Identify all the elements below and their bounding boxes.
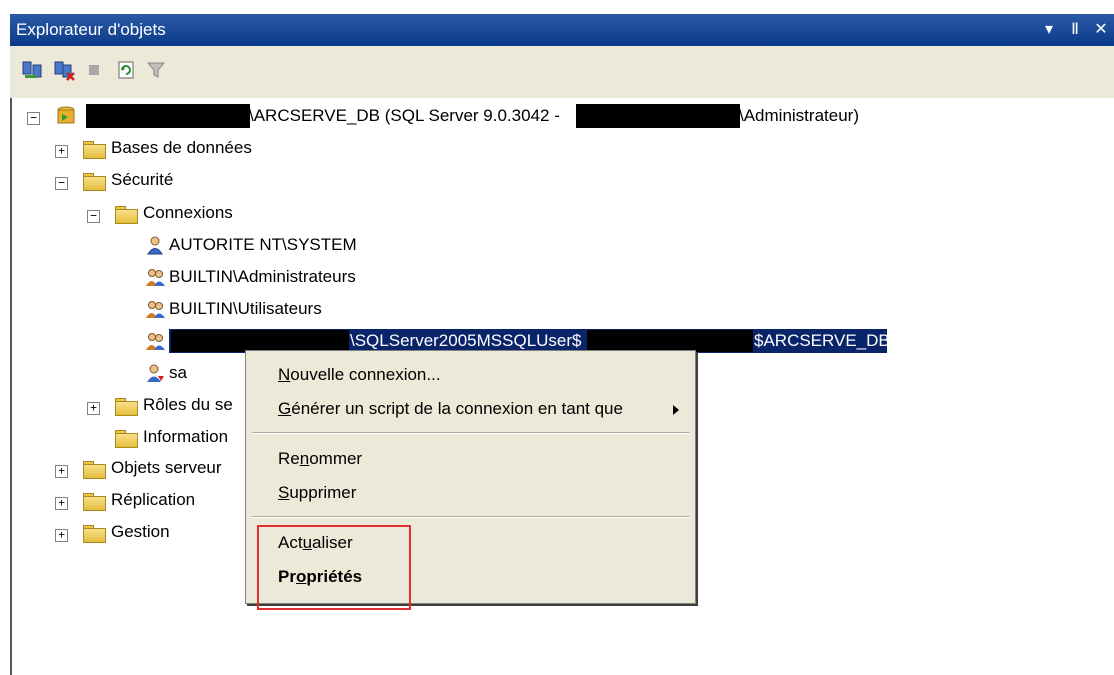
menu-item-properties[interactable]: Propriétés	[246, 561, 695, 593]
redacted-server-name	[86, 104, 250, 128]
menu-item-refresh[interactable]: Actualiser	[246, 527, 695, 559]
context-menu: Nouvelle connexion... Générer un script …	[245, 350, 696, 604]
close-icon[interactable]: ✕	[1094, 19, 1108, 39]
connect-icon[interactable]	[20, 58, 44, 82]
login-item[interactable]: BUILTIN\Administrateurs	[169, 265, 356, 289]
folder-icon	[115, 430, 138, 448]
server-user-label: \Administrateur)	[739, 106, 859, 125]
selected-login-suffix: $ARCSERVE_DB	[754, 331, 890, 350]
menu-label: ouvelle connexion...	[290, 365, 441, 384]
menu-label: Re	[278, 449, 300, 468]
tree-item-credentials[interactable]: Information	[143, 425, 228, 449]
menu-label: ommer	[309, 449, 363, 468]
collapse-icon[interactable]: −	[55, 177, 68, 190]
tree-item-server-objects[interactable]: Objets serveur	[111, 456, 222, 480]
tree-item-replication[interactable]: Réplication	[111, 488, 195, 512]
group-icon	[145, 331, 165, 351]
dropdown-icon[interactable]: ▾	[1042, 19, 1056, 39]
object-explorer-titlebar: Explorateur d'objets ▾ Ⅱ ✕	[10, 14, 1114, 46]
folder-icon	[115, 206, 138, 224]
folder-icon	[83, 141, 106, 159]
menu-label: énérer un script de la connexion en tant…	[291, 399, 623, 418]
expand-icon[interactable]: +	[55, 529, 68, 542]
menu-separator	[252, 432, 689, 434]
accesskey: n	[299, 449, 310, 468]
filter-icon[interactable]	[144, 58, 168, 82]
object-explorer-toolbar	[10, 46, 1114, 99]
expand-icon[interactable]: +	[87, 402, 100, 415]
submenu-arrow-icon	[673, 405, 679, 415]
menu-item-new-login[interactable]: Nouvelle connexion...	[246, 359, 695, 391]
menu-label: priétés	[306, 567, 363, 586]
server-icon	[55, 105, 77, 127]
tree-item-server-roles[interactable]: Rôles du se	[143, 393, 233, 417]
group-icon	[145, 267, 165, 287]
tree-item-databases[interactable]: Bases de données	[111, 136, 252, 160]
accesskey: S	[278, 483, 290, 502]
tree-item-logins[interactable]: Connexions	[143, 201, 233, 225]
folder-icon	[83, 525, 106, 543]
login-item[interactable]: BUILTIN\Utilisateurs	[169, 297, 322, 321]
window-controls: ▾ Ⅱ ✕	[1042, 19, 1108, 39]
stop-icon[interactable]	[82, 58, 106, 82]
redacted-user-name	[576, 104, 740, 128]
folder-icon	[83, 493, 106, 511]
folder-icon	[83, 173, 106, 191]
pin-icon[interactable]: Ⅱ	[1068, 19, 1082, 39]
expand-icon[interactable]: +	[55, 145, 68, 158]
window-title: Explorateur d'objets	[16, 20, 166, 39]
user-icon	[145, 235, 165, 255]
collapse-icon[interactable]: −	[87, 210, 100, 223]
menu-item-delete[interactable]: Supprimer	[246, 477, 695, 509]
accesskey: G	[278, 399, 292, 418]
accesskey: u	[302, 533, 313, 552]
menu-label: Pr	[278, 567, 296, 586]
user-disabled-icon	[145, 363, 165, 383]
menu-item-script-login[interactable]: Générer un script de la connexion en tan…	[246, 393, 695, 425]
disconnect-icon[interactable]	[52, 58, 76, 82]
tree-item-security[interactable]: Sécurité	[111, 168, 173, 192]
menu-label: upprimer	[289, 483, 357, 502]
menu-separator	[252, 516, 689, 518]
accesskey: o	[295, 567, 307, 586]
expand-icon[interactable]: +	[55, 465, 68, 478]
collapse-icon[interactable]: −	[27, 112, 40, 125]
redacted-machine-name	[587, 330, 753, 352]
server-node[interactable]: \ARCSERVE_DB (SQL Server 9.0.3042 -	[249, 104, 560, 128]
group-icon	[145, 299, 165, 319]
expand-icon[interactable]: +	[55, 497, 68, 510]
refresh-icon[interactable]	[114, 58, 138, 82]
accesskey: N	[278, 365, 291, 384]
menu-item-rename[interactable]: Renommer	[246, 443, 695, 475]
server-label: \ARCSERVE_DB (SQL Server 9.0.3042 -	[249, 106, 560, 125]
tree-item-management[interactable]: Gestion	[111, 520, 170, 544]
folder-icon	[115, 398, 138, 416]
login-item[interactable]: AUTORITE NT\SYSTEM	[169, 233, 357, 257]
menu-label: aliser	[312, 533, 353, 552]
folder-icon	[83, 461, 106, 479]
menu-label: Act	[278, 533, 303, 552]
redacted-machine-name	[171, 330, 349, 352]
login-item-sa[interactable]: sa	[169, 361, 187, 385]
